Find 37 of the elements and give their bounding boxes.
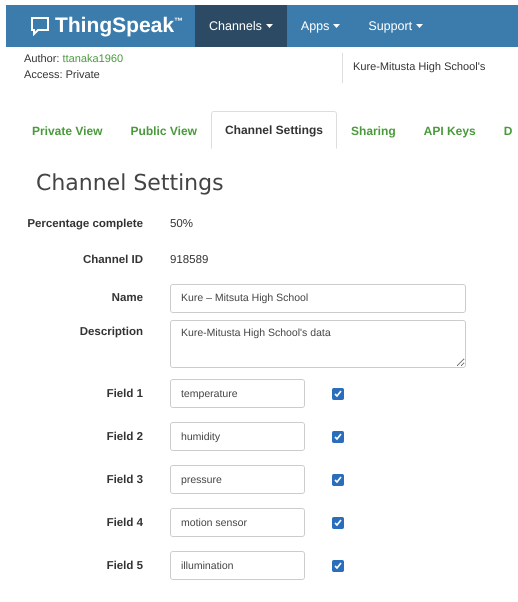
channel-description: Kure-Mitusta High School's [342, 53, 486, 83]
checkbox[interactable] [332, 474, 344, 486]
field-input[interactable]: temperature [170, 379, 305, 408]
author-link[interactable]: ttanaka1960 [62, 53, 124, 65]
caret-icon [416, 24, 424, 28]
description-textarea[interactable]: Kure-Mitusta High School's data [170, 320, 466, 368]
field-input[interactable]: humidity [170, 422, 305, 451]
field-value: 918589 [170, 254, 208, 266]
field-label: Channel ID [82, 254, 144, 266]
nav-menu[interactable]: Apps [286, 5, 354, 47]
checkbox[interactable] [332, 388, 344, 400]
field-label: Field 1 [106, 388, 144, 400]
nav-menu[interactable]: Support [354, 5, 438, 47]
author-label: Author: ttanaka1960 [24, 53, 124, 65]
caret-icon [266, 24, 273, 28]
tab[interactable]: Channel Settings [210, 111, 337, 149]
field-label: Field 5 [106, 560, 144, 572]
field-input[interactable]: motion sensor [170, 508, 305, 537]
logo-text[interactable]: ThingSpeak$^{™}$ [55, 14, 184, 38]
checkbox[interactable] [332, 516, 344, 528]
field-label: Name [110, 292, 144, 304]
checkbox[interactable] [332, 430, 344, 442]
field-label: Percentage complete [26, 218, 144, 230]
field-input[interactable]: illumination [170, 551, 305, 580]
checkbox[interactable] [332, 560, 344, 572]
access-text: Access: Private [24, 69, 101, 81]
field-label: Field 2 [106, 430, 144, 442]
field-value: 50% [170, 218, 194, 230]
field-label: Description [78, 325, 144, 338]
speech-bubble-icon [30, 16, 50, 36]
caret-icon [333, 24, 340, 28]
field-input[interactable]: pressure [170, 465, 305, 494]
page-heading: Channel Settings [36, 171, 225, 196]
nav-menu[interactable]: Channels [195, 5, 287, 47]
name-input[interactable]: Kure – Mitsuta High School [170, 284, 466, 312]
field-label: Field 3 [106, 474, 144, 486]
field-label: Field 4 [106, 516, 144, 528]
